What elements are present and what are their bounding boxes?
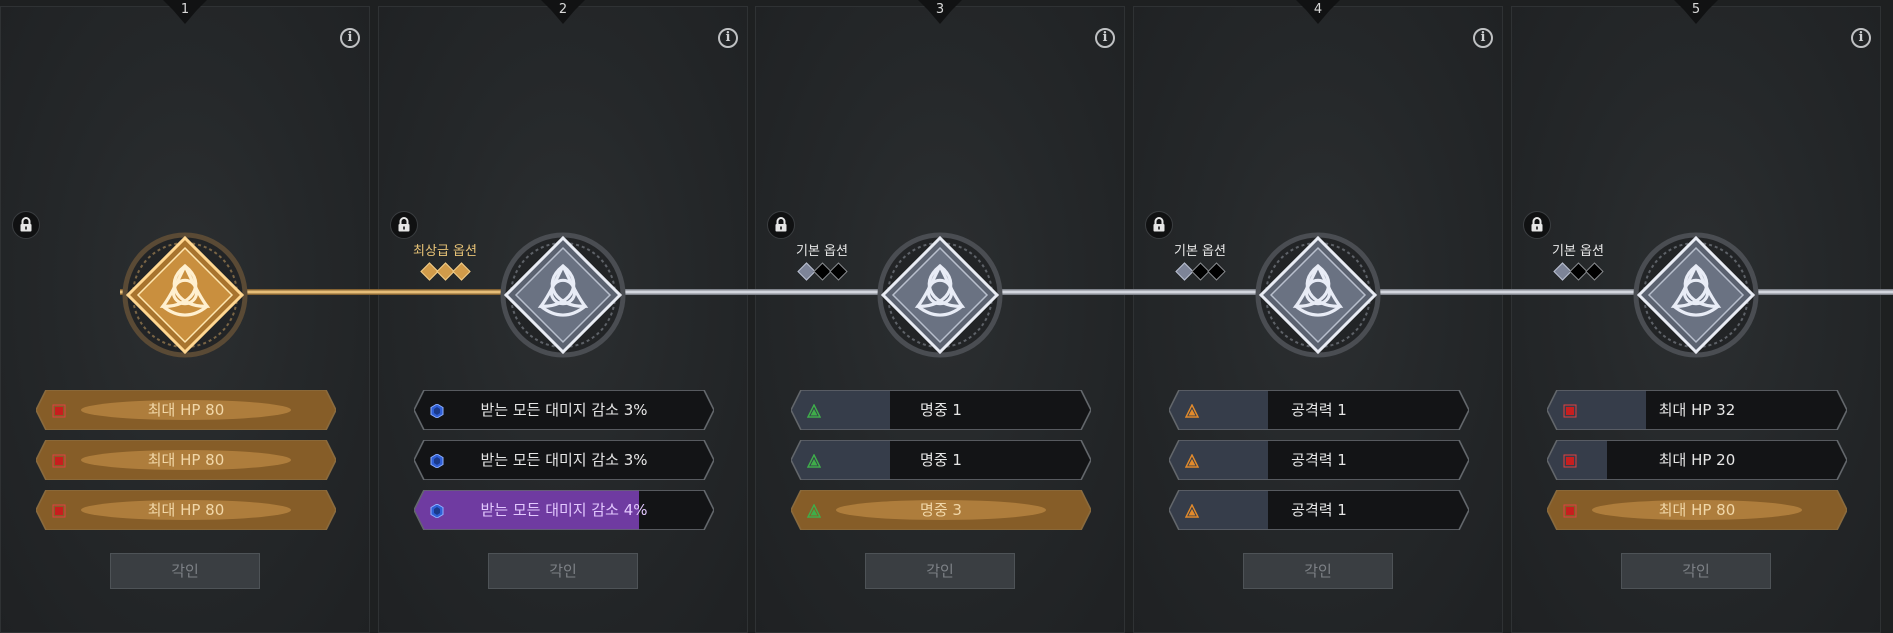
blue-hexagon-icon — [430, 403, 444, 419]
option-text: 공격력 1 — [1291, 451, 1347, 469]
slot-number: 3 — [935, 2, 945, 17]
slot-number-tab: 4 — [1296, 0, 1340, 30]
option-text: 최대 HP 32 — [1658, 401, 1736, 419]
option-text: 받는 모든 대미지 감소 3% — [480, 451, 648, 469]
grade-pip — [1584, 262, 1604, 281]
option-row[interactable]: 공격력 1 — [1169, 490, 1469, 530]
option-grade: 기본 옵션 — [1158, 240, 1242, 281]
green-triangle-icon — [806, 403, 822, 418]
engrave-button[interactable]: 각인 — [1243, 553, 1393, 589]
grade-pip — [1206, 262, 1226, 281]
lock-icon[interactable] — [1523, 211, 1551, 239]
grade-pips — [780, 262, 864, 281]
option-row[interactable]: 최대 HP 20 — [1547, 440, 1847, 480]
slot-number: 2 — [558, 2, 568, 17]
info-icon[interactable]: i — [340, 28, 360, 48]
rune-emblem[interactable] — [875, 230, 1005, 360]
red-square-icon — [1563, 403, 1577, 418]
option-row[interactable]: 최대 HP 80 — [36, 390, 336, 430]
info-icon[interactable]: i — [718, 28, 738, 48]
slot-number: 4 — [1313, 2, 1323, 17]
slot-number-tab: 3 — [918, 0, 962, 30]
red-square-icon — [1563, 503, 1577, 518]
red-square-icon — [52, 453, 66, 468]
slot-number: 5 — [1691, 2, 1701, 17]
orange-triangle-icon — [1184, 503, 1200, 518]
lock-icon[interactable] — [390, 211, 418, 239]
grade-label: 기본 옵션 — [796, 244, 848, 259]
option-row[interactable]: 최대 HP 32 — [1547, 390, 1847, 430]
grade-label: 최상급 옵션 — [413, 244, 477, 259]
green-triangle-icon — [806, 453, 822, 468]
green-triangle-icon — [806, 503, 822, 518]
grade-label: 기본 옵션 — [1174, 244, 1226, 259]
grade-pips — [1536, 262, 1620, 281]
engraving-slot-2: 2 i 최상급 옵션받는 모든 대미지 감소 3% 받는 모든 대미지 감소 3% 받는… — [378, 0, 748, 633]
info-icon[interactable]: i — [1851, 28, 1871, 48]
orange-triangle-icon — [1184, 453, 1200, 468]
option-row[interactable]: 최대 HP 80 — [1547, 490, 1847, 530]
engraving-slot-1: 1 i 최대 HP 80 최대 HP 80 최대 HP 80 각인 — [0, 0, 370, 633]
option-text: 명중 3 — [920, 501, 962, 519]
red-square-icon — [52, 503, 66, 518]
lock-icon[interactable] — [767, 211, 795, 239]
blue-hexagon-icon — [430, 503, 444, 519]
blue-hexagon-icon — [430, 453, 444, 469]
lock-icon[interactable] — [12, 211, 40, 239]
grade-pips — [1158, 262, 1242, 281]
slot-number-tab: 1 — [163, 0, 207, 30]
rune-emblem[interactable] — [1631, 230, 1761, 360]
info-icon[interactable]: i — [1095, 28, 1115, 48]
option-row[interactable]: 받는 모든 대미지 감소 4% — [414, 490, 714, 530]
option-text: 명중 1 — [920, 451, 962, 469]
option-row[interactable]: 받는 모든 대미지 감소 3% — [414, 440, 714, 480]
slot-number-tab: 2 — [541, 0, 585, 30]
engrave-button[interactable]: 각인 — [865, 553, 1015, 589]
slot-number: 1 — [180, 2, 190, 17]
option-row[interactable]: 최대 HP 80 — [36, 490, 336, 530]
slot-number-tab: 5 — [1674, 0, 1718, 30]
option-row[interactable]: 명중 3 — [791, 490, 1091, 530]
option-grade: 기본 옵션 — [780, 240, 864, 281]
option-row[interactable]: 최대 HP 80 — [36, 440, 336, 480]
engrave-button[interactable]: 각인 — [488, 553, 638, 589]
rune-emblem[interactable] — [498, 230, 628, 360]
grade-label: 기본 옵션 — [1552, 244, 1604, 259]
grade-pip — [828, 262, 848, 281]
red-square-icon — [1563, 453, 1577, 468]
option-text: 최대 HP 80 — [147, 401, 225, 419]
rune-emblem-active[interactable] — [120, 230, 250, 360]
grade-pip — [451, 262, 471, 281]
engraving-slot-5: 5 i 기본 옵션최대 HP 32 최대 HP 20 최대 HP 80 각인 — [1511, 0, 1881, 633]
option-row[interactable]: 명중 1 — [791, 390, 1091, 430]
option-grade: 기본 옵션 — [1536, 240, 1620, 281]
engraving-slot-4: 4 i 기본 옵션공격력 1 공격력 1 공격력 1 각인 — [1133, 0, 1503, 633]
option-text: 받는 모든 대미지 감소 4% — [480, 501, 648, 519]
option-text: 공격력 1 — [1291, 401, 1347, 419]
orange-triangle-icon — [1184, 403, 1200, 418]
option-text: 공격력 1 — [1291, 501, 1347, 519]
option-text: 받는 모든 대미지 감소 3% — [480, 401, 648, 419]
red-square-icon — [52, 403, 66, 418]
grade-pips — [403, 262, 487, 281]
engrave-button[interactable]: 각인 — [1621, 553, 1771, 589]
info-icon[interactable]: i — [1473, 28, 1493, 48]
option-row[interactable]: 공격력 1 — [1169, 440, 1469, 480]
engraving-board: 1 i 최대 HP 80 최대 HP 80 최대 HP 80 각인 2 i 최상급 옵션받는 모… — [0, 0, 1893, 633]
option-text: 최대 HP 20 — [1658, 451, 1736, 469]
engraving-slot-3: 3 i 기본 옵션명중 1 명중 1 명중 3 각인 — [755, 0, 1125, 633]
option-text: 최대 HP 80 — [147, 451, 225, 469]
option-text: 최대 HP 80 — [1658, 501, 1736, 519]
engrave-button[interactable]: 각인 — [110, 553, 260, 589]
option-text: 최대 HP 80 — [147, 501, 225, 519]
option-row[interactable]: 받는 모든 대미지 감소 3% — [414, 390, 714, 430]
option-grade: 최상급 옵션 — [403, 240, 487, 281]
option-row[interactable]: 명중 1 — [791, 440, 1091, 480]
rune-emblem[interactable] — [1253, 230, 1383, 360]
option-row[interactable]: 공격력 1 — [1169, 390, 1469, 430]
lock-icon[interactable] — [1145, 211, 1173, 239]
option-text: 명중 1 — [920, 401, 962, 419]
